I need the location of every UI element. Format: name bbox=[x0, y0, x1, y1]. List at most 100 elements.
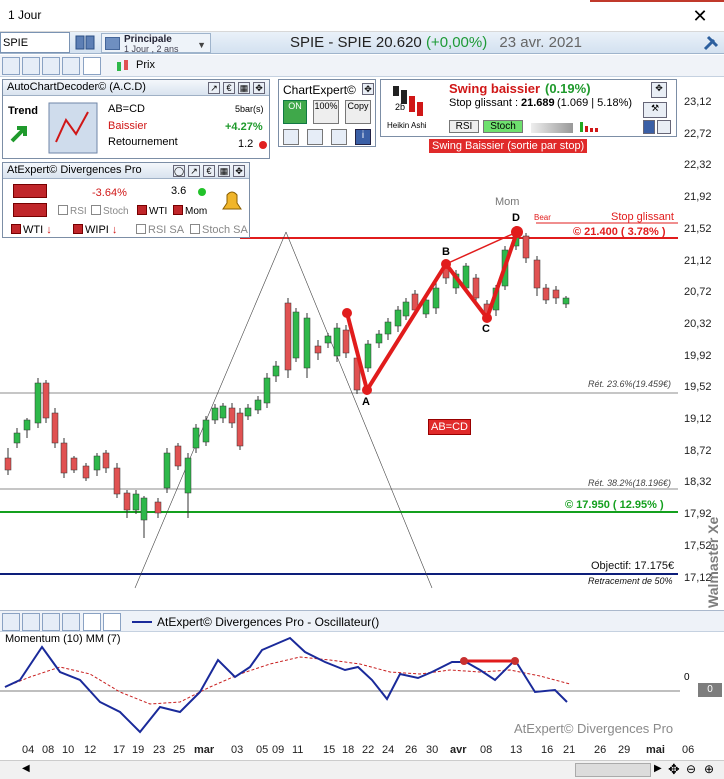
close-icon[interactable]: ✕ bbox=[676, 0, 724, 32]
window-icon[interactable] bbox=[83, 613, 101, 631]
on-toggle[interactable]: ON bbox=[283, 100, 307, 124]
rsi-sa-toggle[interactable]: RSI SA bbox=[136, 224, 184, 236]
zoom-in-icon[interactable]: ⊕ bbox=[704, 762, 714, 776]
draw-tools-icon[interactable] bbox=[2, 57, 20, 75]
info-icon[interactable]: i bbox=[355, 129, 371, 145]
move-icon[interactable]: ✥ bbox=[668, 761, 680, 778]
date-axis-label: 03 bbox=[231, 744, 244, 756]
bear-label: Bear bbox=[534, 213, 551, 222]
date-axis-label: 06 bbox=[682, 744, 695, 756]
tools-icon[interactable] bbox=[702, 34, 720, 52]
abcd-tag[interactable]: AB=CD bbox=[428, 419, 471, 435]
trend-view-icon[interactable] bbox=[657, 120, 671, 134]
grid-icon[interactable]: ▦ bbox=[238, 82, 250, 94]
ap-icon[interactable] bbox=[62, 57, 80, 75]
window-icon[interactable] bbox=[83, 57, 101, 75]
close-oscillator-icon[interactable] bbox=[103, 613, 121, 631]
chart-static-lines bbox=[0, 222, 678, 589]
acd-ratio: 1.2 bbox=[238, 138, 254, 150]
fan-line-left bbox=[134, 231, 287, 589]
draw-tools-icon[interactable] bbox=[2, 613, 20, 631]
rsi-button[interactable]: RSI bbox=[449, 120, 479, 133]
candle-body bbox=[284, 302, 292, 371]
copy-button[interactable]: Copy bbox=[345, 100, 371, 124]
date-axis-label: 05 bbox=[256, 744, 269, 756]
price-axis-label: 22,32 bbox=[684, 159, 712, 172]
objective-label: Objectif: 17.175€ bbox=[591, 560, 675, 572]
acd-bars: 5bar(s) bbox=[235, 104, 264, 114]
grid-icon[interactable]: ▦ bbox=[218, 165, 230, 177]
scroll-right-icon[interactable]: ▶ bbox=[654, 763, 662, 774]
price-axis-label: 21,12 bbox=[684, 254, 712, 267]
date-axis-label: 26 bbox=[594, 744, 607, 756]
acd-direction: Baissier bbox=[108, 120, 148, 132]
candle-body bbox=[163, 452, 171, 489]
indicator-icon[interactable] bbox=[22, 613, 40, 631]
chart-toolbar: Prix bbox=[0, 55, 724, 77]
candle-body bbox=[292, 311, 300, 359]
candle-body bbox=[542, 287, 550, 301]
move-icon[interactable]: ✥ bbox=[651, 82, 667, 98]
candle-body bbox=[472, 277, 480, 299]
pattern-icon[interactable] bbox=[42, 613, 60, 631]
mom-checkbox[interactable]: Mom bbox=[173, 205, 207, 217]
tool1-icon[interactable] bbox=[283, 129, 299, 145]
point-b-label: B bbox=[442, 246, 450, 258]
move-icon[interactable]: ✥ bbox=[233, 165, 245, 177]
circle-icon[interactable]: ◯ bbox=[173, 165, 185, 177]
wipi-toggle[interactable]: WIPI ↓ bbox=[73, 224, 117, 236]
wti-checkbox[interactable]: WTI bbox=[137, 205, 167, 217]
symbol-input[interactable] bbox=[0, 32, 70, 53]
stoch-sa-toggle[interactable]: Stoch SA bbox=[190, 224, 248, 236]
date-axis-label: 18 bbox=[342, 744, 355, 756]
swing-badge[interactable]: Swing Baissier (sortie par stop) bbox=[429, 139, 588, 153]
div-value: 3.6 bbox=[171, 185, 187, 197]
date-axis-label: 10 bbox=[62, 744, 75, 756]
euro-icon[interactable]: € bbox=[223, 82, 235, 94]
tools-icon[interactable]: ⚒ bbox=[643, 102, 667, 118]
abcd-thumbnail[interactable] bbox=[48, 102, 98, 154]
color-icon[interactable] bbox=[331, 129, 347, 145]
heikin-ashi-label: Heikin Ashi bbox=[387, 121, 427, 130]
stop-value: 21.689 bbox=[521, 97, 555, 109]
bell-icon[interactable] bbox=[217, 185, 247, 215]
zoom-out-icon[interactable]: ⊖ bbox=[686, 762, 696, 776]
stoch-button[interactable]: Stoch bbox=[483, 120, 523, 133]
price-axis-label: 20,72 bbox=[684, 286, 712, 299]
ap-icon[interactable] bbox=[62, 613, 80, 631]
candle-body bbox=[219, 405, 227, 419]
pin-icon[interactable]: ↗ bbox=[188, 165, 200, 177]
rsi-checkbox[interactable]: RSI bbox=[58, 205, 87, 217]
div-chart-icon[interactable] bbox=[13, 184, 47, 198]
osc-zero-value: 0 bbox=[698, 683, 722, 697]
horizontal-scrollbar[interactable]: ◀ ▶ ✥ ⊖ ⊕ bbox=[0, 760, 724, 779]
candle-icon[interactable] bbox=[114, 57, 132, 75]
price-axis-label: 19,92 bbox=[684, 349, 712, 362]
stoch-sa-label: Stoch SA bbox=[202, 224, 248, 236]
date-axis-label: 17 bbox=[113, 744, 126, 756]
quote-price: 20.620 bbox=[375, 34, 422, 51]
pattern-icon[interactable] bbox=[42, 57, 60, 75]
candles bbox=[4, 226, 570, 538]
scroll-thumb[interactable] bbox=[575, 763, 651, 777]
move-icon[interactable]: ✥ bbox=[362, 83, 374, 95]
point-b-marker bbox=[441, 259, 451, 269]
zoom-100-button[interactable]: 100% bbox=[313, 100, 339, 124]
candle-body bbox=[51, 412, 59, 444]
stoch-checkbox[interactable]: Stoch bbox=[91, 205, 129, 217]
move-icon[interactable]: ✥ bbox=[253, 82, 265, 94]
indicator-icon[interactable] bbox=[22, 57, 40, 75]
candle-body bbox=[552, 289, 560, 299]
candle-body bbox=[184, 457, 192, 494]
euro-icon[interactable]: € bbox=[203, 165, 215, 177]
pin-icon[interactable]: ↗ bbox=[208, 82, 220, 94]
pencil-icon[interactable] bbox=[307, 129, 323, 145]
date-axis-label: 04 bbox=[22, 744, 35, 756]
book-icon[interactable] bbox=[75, 34, 95, 51]
wti-toggle[interactable]: WTI ↓ bbox=[11, 224, 52, 236]
scroll-left-icon[interactable]: ◀ bbox=[22, 763, 30, 774]
div-chart2-icon[interactable] bbox=[13, 203, 47, 217]
price-axis-label: 23,12 bbox=[684, 96, 712, 108]
chart-view-icon[interactable] bbox=[643, 120, 655, 134]
period-select[interactable]: Principale 1 Jour , 2 ans ▼ bbox=[101, 33, 211, 54]
